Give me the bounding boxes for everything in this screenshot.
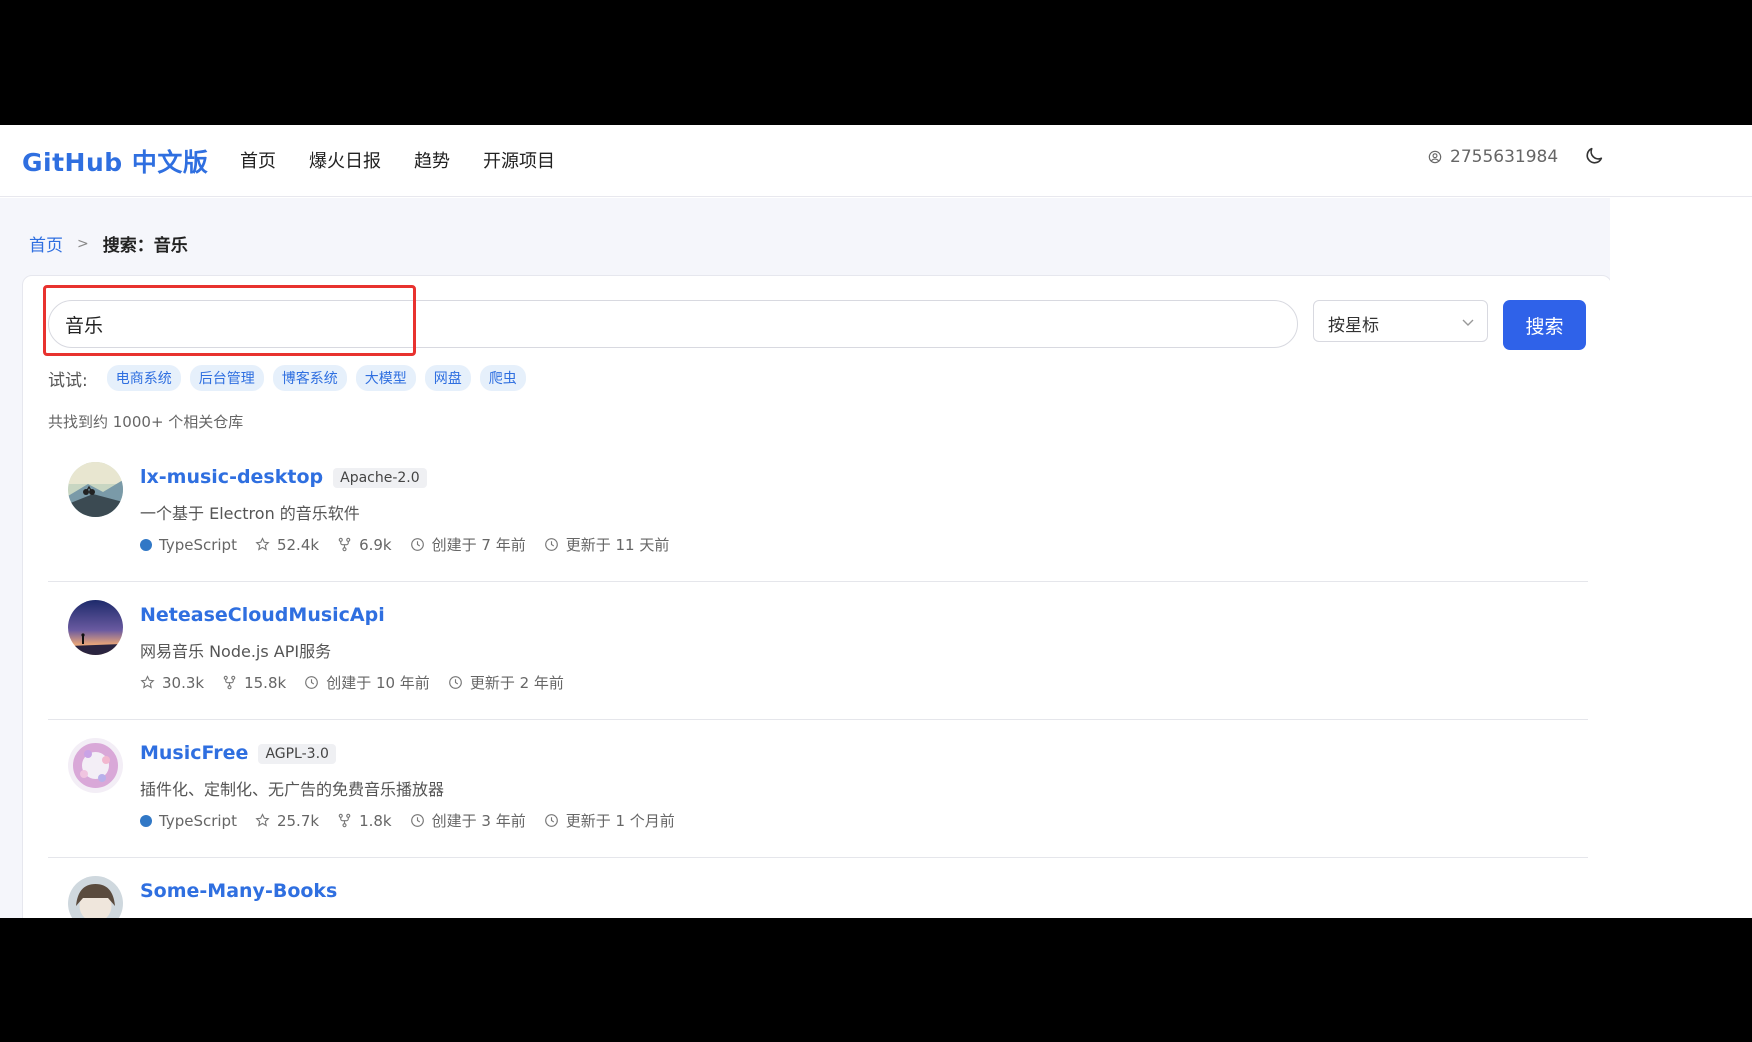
repo-stars: 25.7k [255, 812, 319, 830]
search-card: 按星标 搜索 试试: 电商系统 后台管理 博客系统 大模型 网盘 爬虫 共找到约… [22, 275, 1612, 918]
browser-viewport: GitHub 中文版 首页 爆火日报 趋势 开源项目 2755631984 首页… [0, 125, 1752, 918]
repo-updated: 更新于 11 天前 [544, 534, 669, 555]
result-count: 共找到约 1000+ 个相关仓库 [48, 413, 244, 431]
user-icon [1428, 150, 1442, 164]
clock-icon [410, 814, 424, 827]
repo-updated: 更新于 2 年前 [448, 672, 564, 693]
breadcrumb-current: 搜索：音乐 [102, 236, 188, 256]
site-logo[interactable]: GitHub 中文版 [22, 143, 208, 179]
list-item: Some-Many-Books [48, 858, 1588, 918]
right-blank-area [1610, 198, 1752, 918]
repo-created: 创建于 7 年前 [410, 534, 526, 555]
user-account[interactable]: 2755631984 [1428, 147, 1558, 167]
fork-icon [338, 813, 351, 828]
avatar [68, 876, 123, 918]
license-badge: Apache-2.0 [333, 467, 427, 488]
repo-created: 创建于 3 年前 [410, 810, 526, 831]
avatar [68, 738, 123, 793]
repo-forks: 15.8k [222, 674, 286, 692]
tag-crawler[interactable]: 爬虫 [479, 365, 526, 391]
language-dot-icon [140, 538, 152, 551]
fork-icon [223, 675, 236, 690]
nav-open-source[interactable]: 开源项目 [483, 147, 555, 173]
license-badge: AGPL-3.0 [258, 743, 336, 764]
avatar [68, 600, 123, 655]
user-id: 2755631984 [1450, 147, 1559, 167]
clock-icon [305, 676, 319, 689]
repo-forks: 1.8k [337, 812, 392, 830]
chevron-down-icon [1462, 319, 1474, 326]
breadcrumb-home[interactable]: 首页 [29, 231, 63, 256]
tag-admin[interactable]: 后台管理 [189, 365, 264, 391]
repo-forks: 6.9k [337, 536, 392, 554]
repo-name-link[interactable]: Some-Many-Books [140, 880, 337, 902]
search-button[interactable]: 搜索 [1503, 300, 1586, 350]
tag-netdisk[interactable]: 网盘 [424, 365, 471, 391]
repo-meta: 30.3k 15.8k 创建于 10 年前 更新于 2 年前 [140, 672, 564, 693]
tag-blog[interactable]: 博客系统 [272, 365, 347, 391]
results-list: lx-music-desktop Apache-2.0 一个基于 Electron… [48, 444, 1588, 918]
clock-icon [448, 676, 462, 689]
repo-created: 创建于 10 年前 [304, 672, 430, 693]
tag-ecommerce[interactable]: 电商系统 [106, 365, 181, 391]
repo-description: 插件化、定制化、无广告的免费音乐播放器 [140, 780, 445, 799]
search-box[interactable] [48, 300, 1298, 348]
search-input[interactable] [65, 301, 1265, 347]
repo-stars: 52.4k [255, 536, 319, 554]
main-nav: 首页 爆火日报 趋势 开源项目 [240, 147, 555, 173]
repo-language: TypeScript [140, 812, 237, 830]
moon-icon[interactable] [1583, 145, 1605, 167]
list-item: NeteaseCloudMusicApi 网易音乐 Node.js API服务 … [48, 582, 1588, 720]
sort-selected-value: 按星标 [1328, 316, 1379, 336]
nav-home[interactable]: 首页 [240, 147, 276, 173]
avatar [68, 462, 123, 517]
top-navbar: GitHub 中文版 首页 爆火日报 趋势 开源项目 2755631984 [0, 125, 1752, 197]
star-icon [255, 813, 270, 827]
fork-icon [338, 537, 351, 552]
nav-hot-daily[interactable]: 爆火日报 [309, 147, 381, 173]
try-label: 试试: [48, 370, 88, 391]
breadcrumb: 首页 > 搜索：音乐 [29, 231, 188, 257]
repo-name-link[interactable]: MusicFree AGPL-3.0 [140, 742, 336, 764]
repo-description: 网易音乐 Node.js API服务 [140, 642, 332, 661]
repo-name-link[interactable]: NeteaseCloudMusicApi [140, 604, 385, 626]
nav-trending[interactable]: 趋势 [414, 147, 450, 173]
repo-stars: 30.3k [140, 674, 204, 692]
repo-meta: TypeScript 52.4k 6.9k 创建于 7 年前 更新于 11 天前 [140, 534, 669, 555]
clock-icon [544, 814, 558, 827]
repo-name-link[interactable]: lx-music-desktop Apache-2.0 [140, 466, 427, 488]
repo-description: 一个基于 Electron 的音乐软件 [140, 504, 360, 523]
star-icon [140, 675, 155, 689]
repo-meta: TypeScript 25.7k 1.8k 创建于 3 年前 更新于 1 个月前 [140, 810, 675, 831]
clock-icon [410, 538, 424, 551]
star-icon [255, 537, 270, 551]
main-content: 首页 > 搜索：音乐 按星标 搜索 试试: 电商系统 后台管理 博客系统 大模型 [0, 198, 1612, 918]
breadcrumb-separator: > [77, 235, 89, 252]
list-item: lx-music-desktop Apache-2.0 一个基于 Electron… [48, 444, 1588, 582]
tag-llm[interactable]: 大模型 [355, 365, 416, 391]
sort-select[interactable]: 按星标 [1313, 300, 1488, 342]
repo-language: TypeScript [140, 536, 237, 554]
repo-updated: 更新于 1 个月前 [544, 810, 675, 831]
language-dot-icon [140, 814, 152, 827]
list-item: MusicFree AGPL-3.0 插件化、定制化、无广告的免费音乐播放器 Ty… [48, 720, 1588, 858]
clock-icon [544, 538, 558, 551]
suggested-tags: 试试: 电商系统 后台管理 博客系统 大模型 网盘 爬虫 [48, 365, 526, 391]
